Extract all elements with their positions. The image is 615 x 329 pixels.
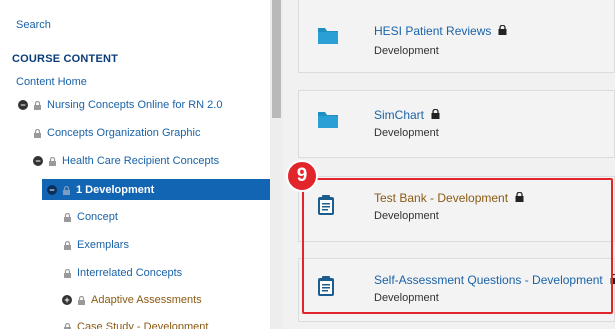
lock-icon bbox=[63, 240, 72, 250]
lock-icon bbox=[431, 108, 440, 122]
tree-item-1-development[interactable]: − 1 Development bbox=[47, 181, 154, 199]
lock-icon bbox=[63, 268, 72, 278]
tree-item-concept[interactable]: Concept bbox=[63, 208, 118, 226]
tree-item-label: Concepts Organization Graphic bbox=[47, 127, 201, 139]
content-item-simchart[interactable]: SimChart Development bbox=[298, 90, 615, 158]
tree-item-adaptive-assessments[interactable]: + Adaptive Assessments bbox=[62, 291, 202, 309]
content-home-link[interactable]: Content Home bbox=[16, 76, 87, 88]
tree-item-label: Interrelated Concepts bbox=[77, 267, 183, 279]
tree-item-label: Concept bbox=[77, 211, 118, 223]
tree-item-label: Nursing Concepts Online for RN 2.0 bbox=[47, 99, 223, 111]
content-item-title[interactable]: SimChart bbox=[374, 108, 424, 122]
course-content-heading: COURSE CONTENT bbox=[12, 53, 119, 65]
tree-item-label: 1 Development bbox=[76, 184, 155, 196]
lock-icon bbox=[33, 100, 42, 110]
lock-icon bbox=[498, 24, 507, 38]
collapse-toggle-icon[interactable]: − bbox=[47, 185, 57, 195]
tree-item-label: Health Care Recipient Concepts bbox=[62, 155, 220, 167]
folder-icon bbox=[317, 25, 339, 47]
tree-item-exemplars[interactable]: Exemplars bbox=[63, 236, 129, 254]
lock-icon bbox=[77, 295, 86, 305]
course-sidebar: Search COURSE CONTENT Content Home − Nur… bbox=[0, 0, 283, 329]
tree-item-nursing-concepts[interactable]: − Nursing Concepts Online for RN 2.0 bbox=[18, 96, 222, 114]
tree-item-case-study[interactable]: Case Study - Development bbox=[63, 318, 208, 329]
collapse-toggle-icon[interactable]: − bbox=[18, 100, 28, 110]
sidebar-scrollbar-thumb[interactable] bbox=[272, 0, 281, 118]
content-item-subtitle: Development bbox=[374, 127, 439, 139]
collapse-toggle-icon[interactable]: − bbox=[33, 156, 43, 166]
folder-icon bbox=[317, 109, 339, 131]
tree-item-label: Exemplars bbox=[77, 239, 129, 251]
lock-icon bbox=[62, 185, 71, 195]
tree-item-concepts-organization[interactable]: Concepts Organization Graphic bbox=[33, 124, 200, 142]
tree-item-health-care-recipient[interactable]: − Health Care Recipient Concepts bbox=[33, 152, 219, 170]
content-item-hesi-patient-reviews[interactable]: HESI Patient Reviews Development bbox=[298, 0, 615, 73]
lock-icon bbox=[63, 322, 72, 329]
tree-item-interrelated-concepts[interactable]: Interrelated Concepts bbox=[63, 264, 182, 282]
step-number-badge: 9 bbox=[286, 160, 318, 192]
search-link[interactable]: Search bbox=[16, 19, 51, 31]
content-item-subtitle: Development bbox=[374, 45, 439, 57]
lock-icon bbox=[48, 156, 57, 166]
tree-item-label: Case Study - Development bbox=[77, 321, 209, 329]
lock-icon bbox=[33, 128, 42, 138]
expand-toggle-icon[interactable]: + bbox=[62, 295, 72, 305]
callout-highlight-box bbox=[302, 178, 613, 314]
lock-icon bbox=[63, 212, 72, 222]
content-item-title[interactable]: HESI Patient Reviews bbox=[374, 24, 491, 38]
tree-item-label: Adaptive Assessments bbox=[91, 294, 202, 306]
